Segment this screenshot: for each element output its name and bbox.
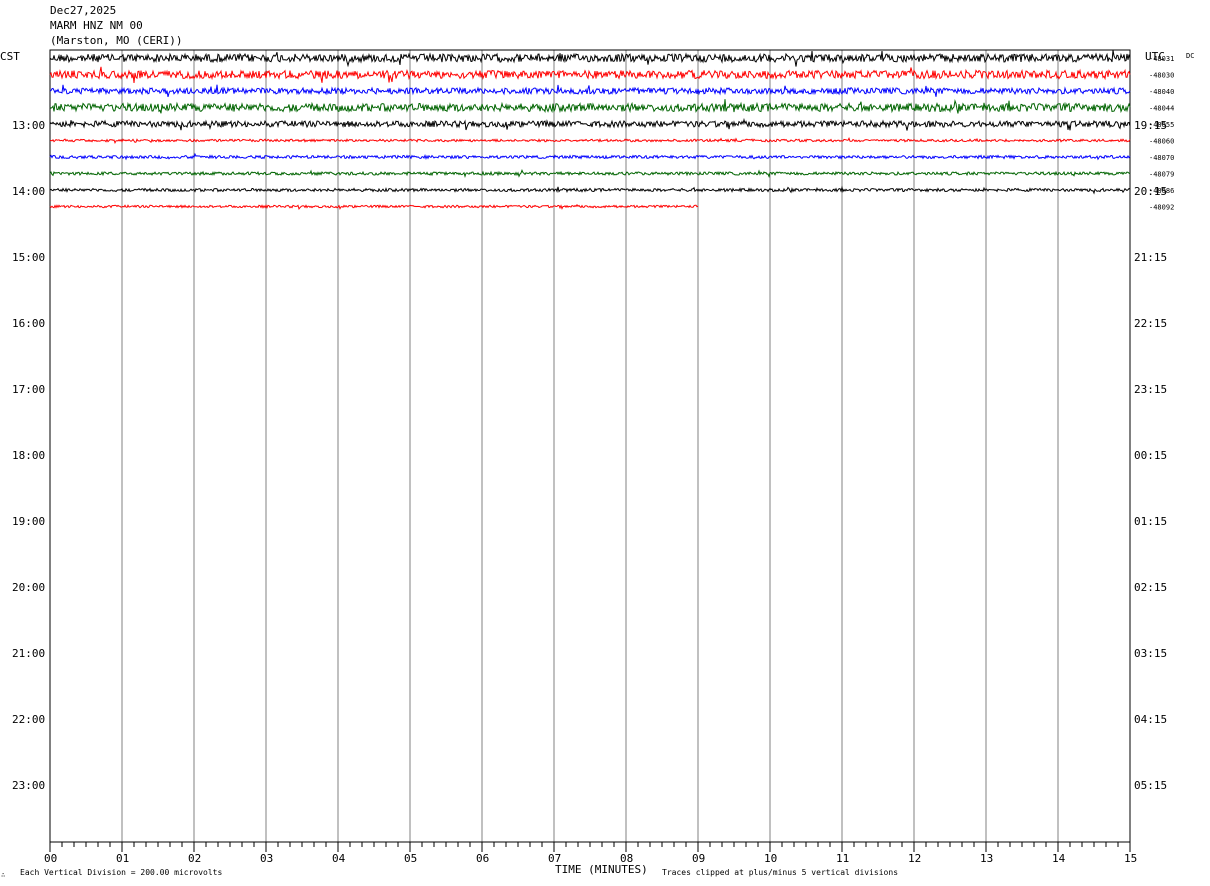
seismic-traces [49,50,1131,210]
dc-offset-label: -48070 [1149,154,1174,162]
right-hour-label: 04:15 [1134,713,1167,726]
x-tick-label: 13 [980,852,993,865]
dc-offset-label: -48044 [1149,105,1174,113]
trace-row-5 [50,137,1131,145]
trace-row-4 [49,117,1131,131]
x-tick-label: 09 [692,852,705,865]
x-tick-label: 10 [764,852,777,865]
left-hour-label: 19:00 [12,515,45,528]
trace-row-0 [49,50,1131,68]
dc-offset-label: -48040 [1149,88,1174,96]
dc-offset-label: -48055 [1149,121,1174,129]
trace-row-8 [49,185,1131,195]
x-tick-label: 04 [332,852,346,865]
left-hour-label: 23:00 [12,779,45,792]
helicorder-chart: 00 01 02 03 04 05 06 07 08 09 10 11 12 13 14 1513:0014:… [0,49,1194,877]
x-tick-label: 15 [1124,852,1137,865]
right-hour-label: 03:15 [1134,647,1167,660]
logo-mark: ∴ [1,871,6,879]
x-axis-title: TIME (MINUTES) [555,863,648,876]
dc-offset-label: -48060 [1149,138,1174,146]
x-tick-label: 11 [836,852,849,865]
left-hour-label: 17:00 [12,383,45,396]
right-timezone-label: UTC [1145,50,1165,63]
x-tick-label: 03 [260,852,273,865]
x-tick-label: 05 [404,852,417,865]
dc-offset-label: -48030 [1149,72,1174,80]
axis-labels: 00 01 02 03 04 05 06 07 08 09 10 11 12 13 14 1513:0014:… [12,55,1174,865]
left-timezone-label: CST [0,50,20,63]
left-hour-label: 14:00 [12,185,45,198]
right-hour-label: 21:15 [1134,251,1167,264]
trace-row-6 [49,152,1131,161]
left-hour-label: 20:00 [12,581,45,594]
trace-row-9 [49,203,699,210]
dc-offset-label: -48086 [1149,187,1174,195]
x-tick-label: 01 [116,852,129,865]
right-hour-label: 01:15 [1134,515,1167,528]
x-tick-label: 00 [44,852,57,865]
left-hour-label: 16:00 [12,317,45,330]
left-hour-label: 13:00 [12,119,45,132]
minute-grid [121,50,1059,842]
right-hour-label: 02:15 [1134,581,1167,594]
clip-note: Traces clipped at plus/minus 5 vertical … [662,868,898,877]
plot-frame [49,49,1131,843]
scale-note: Each Vertical Division = 200.00 microvol… [20,868,222,877]
trace-row-1 [49,66,1131,83]
x-tick-label: 02 [188,852,201,865]
trace-row-7 [49,168,1131,178]
x-tick-label: 12 [908,852,921,865]
dc-offset-label: -48079 [1149,171,1174,179]
trace-row-2 [49,84,1131,98]
right-hour-label: 05:15 [1134,779,1167,792]
x-tick-label: 14 [1052,852,1066,865]
dc-label: DC [1186,52,1194,60]
left-hour-label: 22:00 [12,713,45,726]
x-tick-label: 06 [476,852,489,865]
trace-row-3 [49,98,1131,114]
left-hour-label: 21:00 [12,647,45,660]
dc-offset-label: -48092 [1149,204,1174,212]
left-hour-label: 18:00 [12,449,45,462]
left-hour-label: 15:00 [12,251,45,264]
right-hour-label: 23:15 [1134,383,1167,396]
right-hour-label: 22:15 [1134,317,1167,330]
right-hour-label: 00:15 [1134,449,1167,462]
